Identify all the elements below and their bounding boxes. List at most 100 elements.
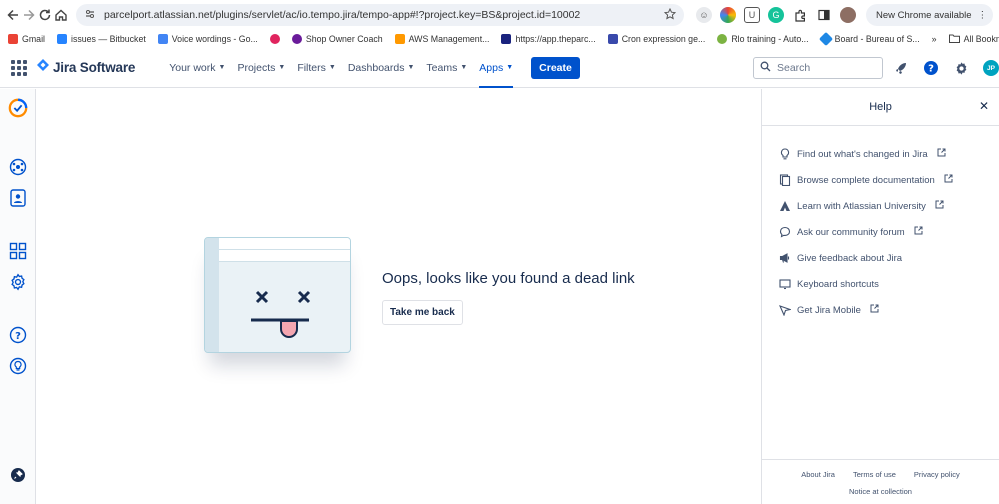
main-content: Oops, looks like you found a dead link T…: [36, 89, 761, 504]
help-item-feedback[interactable]: Give feedback about Jira: [779, 245, 991, 271]
app-grid-icon: [269, 34, 280, 44]
chevron-down-icon: ▼: [328, 64, 336, 71]
notice-at-collection-link[interactable]: Notice at collection: [849, 487, 912, 496]
more-bookmarks-button[interactable]: »: [932, 34, 937, 44]
menu-your-work[interactable]: Your work ▼: [163, 48, 231, 88]
home-icon[interactable]: [54, 3, 68, 27]
dashboard-grid-icon[interactable]: [8, 241, 28, 261]
privacy-policy-link[interactable]: Privacy policy: [914, 470, 960, 479]
profile-avatar[interactable]: JP: [980, 57, 999, 79]
help-item-whats-changed[interactable]: Find out what's changed in Jira: [779, 141, 991, 167]
settings-gear-icon[interactable]: [8, 272, 28, 292]
tempo-logo-icon[interactable]: [8, 98, 28, 118]
menu-apps[interactable]: Apps ▼: [473, 48, 519, 88]
svg-text:?: ?: [928, 64, 934, 75]
reload-icon[interactable]: [38, 3, 52, 27]
search-placeholder: Search: [777, 62, 811, 74]
external-link-icon: [935, 200, 944, 212]
help-item-mobile[interactable]: Get Jira Mobile: [779, 297, 991, 323]
search-icon: [760, 61, 771, 75]
help-item-keyboard-shortcuts[interactable]: Keyboard shortcuts: [779, 271, 991, 297]
forward-arrow-icon[interactable]: [22, 3, 36, 27]
gmail-icon: [8, 34, 18, 44]
bitbucket-icon: [56, 34, 67, 44]
extension-icon[interactable]: ☺: [696, 7, 712, 23]
bookmark-item[interactable]: Voice wordings - Go...: [157, 34, 258, 44]
browser-toolbar: parcelport.atlassian.net/plugins/servlet…: [0, 0, 999, 30]
bookmark-item[interactable]: Rlo training - Auto...: [717, 34, 809, 44]
left-sidebar: ?: [0, 89, 36, 504]
user-card-icon[interactable]: [8, 188, 28, 208]
help-item-documentation[interactable]: Browse complete documentation: [779, 167, 991, 193]
side-panel-icon[interactable]: [816, 7, 832, 23]
close-icon[interactable]: ✕: [979, 99, 989, 113]
pin-icon[interactable]: [8, 465, 28, 485]
new-chrome-label: New Chrome available: [876, 9, 972, 21]
main-menu: Your work ▼ Projects ▼ Filters ▼ Dashboards…: [163, 48, 519, 88]
training-icon: [717, 34, 728, 44]
chevron-down-icon: ▼: [407, 64, 415, 71]
shield-extension-icon[interactable]: U: [744, 7, 760, 23]
board-icon: [818, 31, 833, 47]
bookmark-item[interactable]: Gmail: [8, 34, 45, 44]
notifications-rocket-icon[interactable]: [890, 57, 912, 79]
terms-of-use-link[interactable]: Terms of use: [853, 470, 896, 479]
search-input[interactable]: Search: [753, 57, 883, 79]
help-links-list: Find out what's changed in Jira Browse c…: [779, 141, 991, 323]
dead-face-icon: [251, 290, 311, 338]
back-arrow-icon[interactable]: [6, 3, 20, 27]
puzzle-icon[interactable]: [792, 7, 808, 23]
bookmark-item[interactable]: Shop Owner Coach: [291, 34, 383, 44]
bookmark-item[interactable]: Cron expression ge...: [607, 34, 705, 44]
bookmark-item[interactable]: https://app.theparc...: [501, 34, 596, 44]
about-jira-link[interactable]: About Jira: [801, 470, 835, 479]
chevron-down-icon: ▼: [218, 64, 226, 71]
all-bookmarks-button[interactable]: All Bookmarks: [948, 34, 999, 45]
app-switcher-icon[interactable]: [10, 59, 28, 77]
url-text[interactable]: parcelport.atlassian.net/plugins/servlet…: [104, 9, 664, 21]
help-title: Help: [869, 101, 892, 113]
grammarly-icon[interactable]: G: [768, 7, 784, 23]
color-extension-icon[interactable]: [720, 7, 736, 23]
bookmarks-bar: Gmail issues — Bitbucket Voice wordings …: [0, 30, 999, 48]
lightbulb-icon[interactable]: [8, 356, 28, 376]
external-link-icon: [870, 304, 879, 316]
coach-icon: [291, 34, 302, 44]
help-footer: About Jira Terms of use Privacy policy N…: [762, 459, 999, 504]
chat-icon: [779, 226, 791, 238]
menu-dashboards[interactable]: Dashboards ▼: [342, 48, 421, 88]
external-link-icon: [937, 148, 946, 160]
chevron-down-icon: ▼: [506, 64, 514, 71]
jira-logo[interactable]: Jira Software: [36, 58, 135, 77]
svg-text:?: ?: [15, 331, 21, 342]
settings-gear-icon[interactable]: [950, 57, 972, 79]
menu-teams[interactable]: Teams ▼: [420, 48, 473, 88]
help-icon[interactable]: ?: [920, 57, 942, 79]
new-chrome-button[interactable]: New Chrome available ⋮: [866, 4, 994, 26]
bookmark-item[interactable]: [269, 34, 280, 44]
create-button[interactable]: Create: [531, 56, 580, 79]
help-item-university[interactable]: Learn with Atlassian University: [779, 193, 991, 219]
menu-projects[interactable]: Projects ▼: [231, 48, 291, 88]
parcelport-icon: [501, 34, 512, 44]
bookmark-star-icon[interactable]: [663, 7, 677, 23]
jira-diamond-icon: [36, 58, 50, 77]
megaphone-icon: [779, 252, 791, 264]
address-bar[interactable]: parcelport.atlassian.net/plugins/servlet…: [76, 4, 684, 26]
bookmark-item[interactable]: Board - Bureau of S...: [818, 31, 920, 47]
kebab-menu-icon[interactable]: ⋮: [978, 10, 988, 21]
help-question-icon[interactable]: ?: [8, 325, 28, 345]
bookmark-item[interactable]: AWS Management...: [394, 34, 489, 44]
site-settings-icon[interactable]: [84, 8, 96, 23]
take-me-back-button[interactable]: Take me back: [382, 300, 463, 325]
profile-avatar-icon[interactable]: [840, 7, 856, 23]
keyboard-icon: [779, 278, 791, 290]
document-icon: [779, 174, 791, 186]
help-item-community[interactable]: Ask our community forum: [779, 219, 991, 245]
dead-link-illustration: [204, 237, 351, 353]
menu-filters[interactable]: Filters ▼: [291, 48, 342, 88]
docs-icon: [157, 34, 168, 44]
network-icon[interactable]: [8, 157, 28, 177]
folder-icon: [948, 34, 960, 45]
bookmark-item[interactable]: issues — Bitbucket: [56, 34, 146, 44]
